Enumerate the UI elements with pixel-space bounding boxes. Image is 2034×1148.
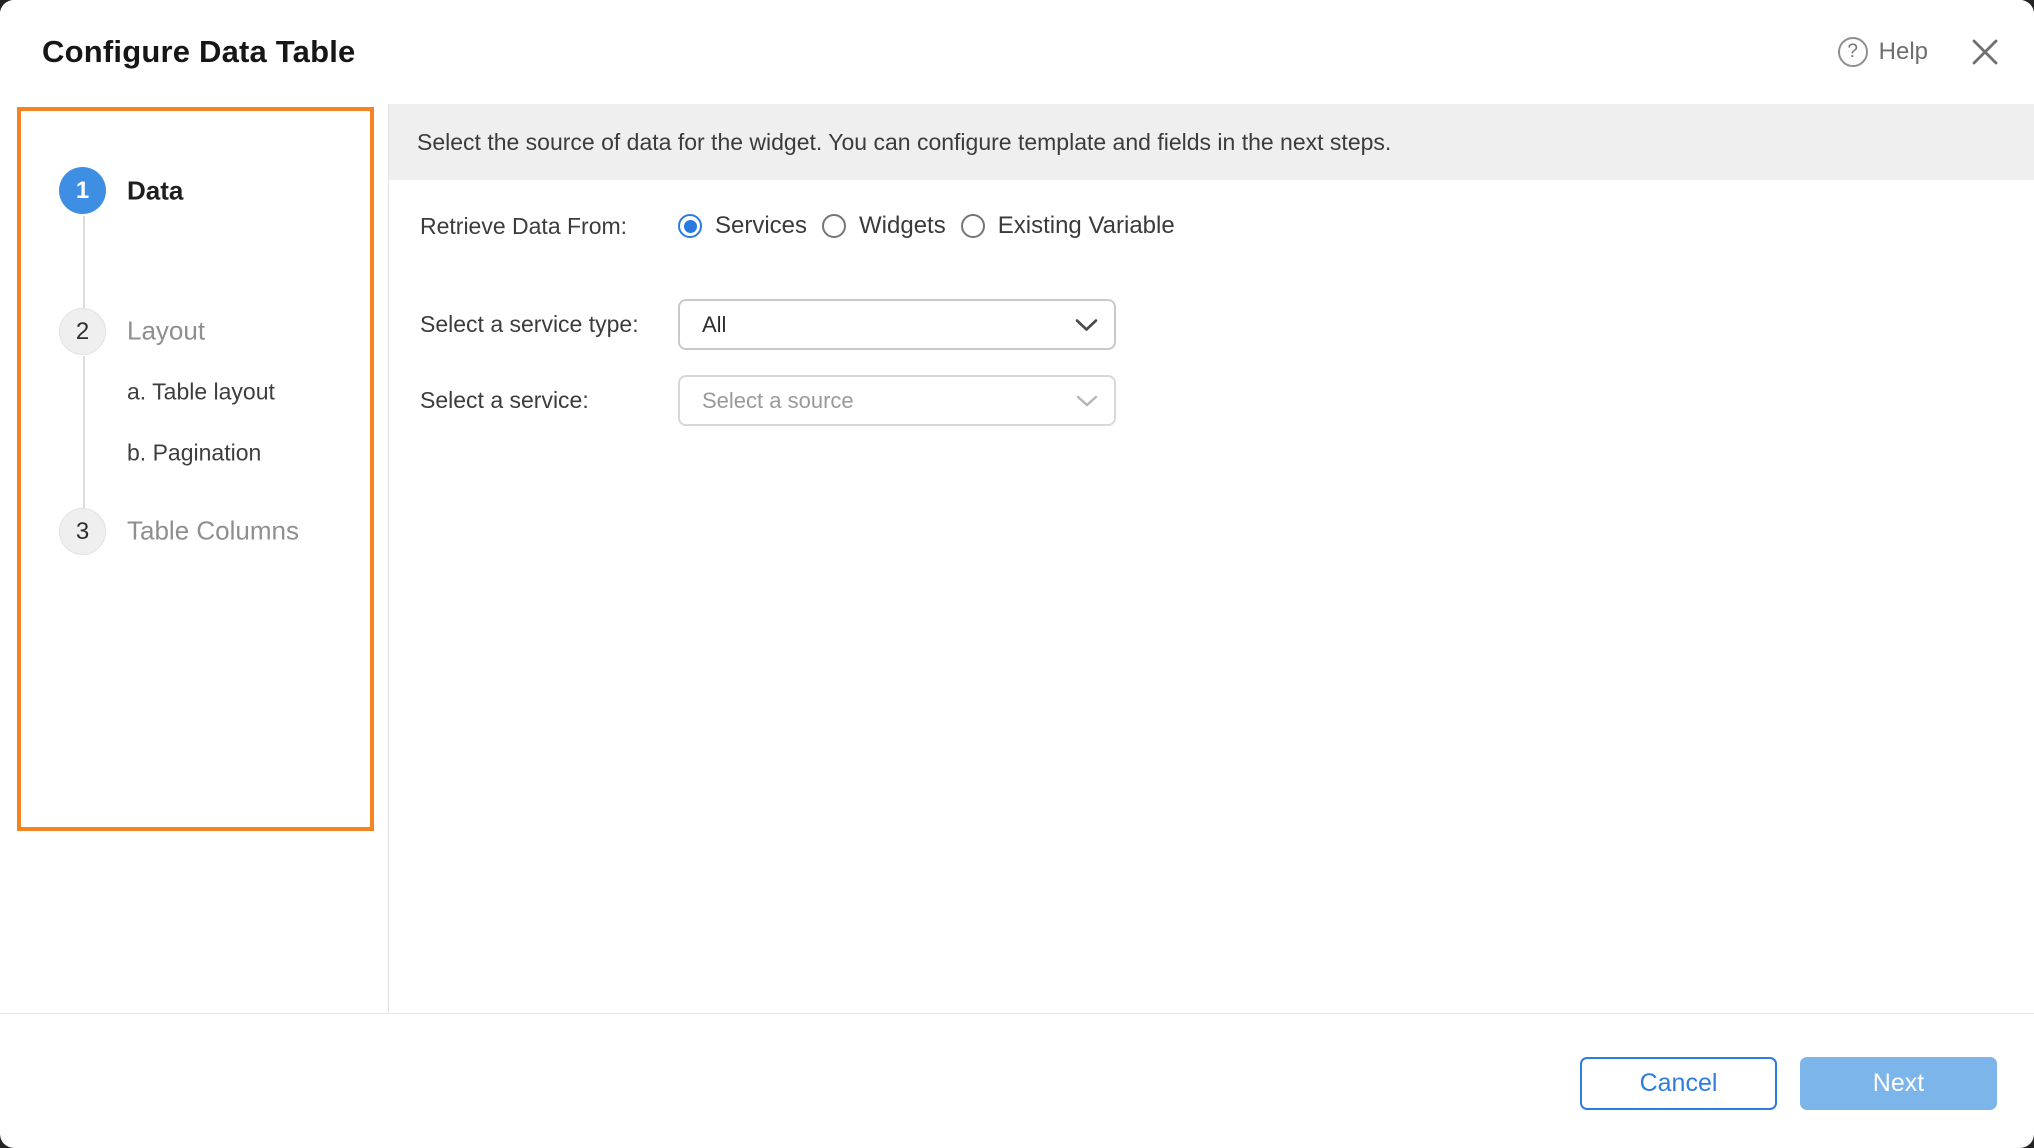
radio-selected-icon (678, 214, 702, 238)
cancel-button[interactable]: Cancel (1580, 1057, 1777, 1110)
step-1-label[interactable]: Data (127, 176, 183, 207)
service-row: Select a service: Select a source (420, 375, 1116, 426)
service-type-label: Select a service type: (420, 311, 678, 338)
chevron-down-icon (1075, 318, 1098, 331)
close-icon (1971, 38, 1999, 66)
service-type-value: All (702, 312, 726, 338)
wizard-steps-panel (17, 107, 374, 831)
step-2-label[interactable]: Layout (127, 316, 205, 347)
retrieve-data-label: Retrieve Data From: (420, 213, 678, 240)
radio-option-services[interactable]: Services (678, 212, 807, 240)
service-label: Select a service: (420, 387, 678, 414)
help-icon: ? (1838, 37, 1868, 67)
service-select[interactable]: Select a source (678, 375, 1116, 426)
retrieve-data-row: Retrieve Data From: Services Widgets Exi… (420, 201, 1175, 251)
service-type-row: Select a service type: All (420, 299, 1116, 350)
substep-pagination[interactable]: b. Pagination (127, 440, 261, 467)
radio-unselected-icon (822, 214, 846, 238)
page-title: Configure Data Table (42, 34, 1838, 70)
step-3-indicator[interactable]: 3 (59, 508, 106, 555)
radio-option-widgets[interactable]: Widgets (822, 212, 946, 240)
close-button[interactable] (1970, 37, 2000, 67)
step-connector (83, 356, 85, 508)
service-type-select[interactable]: All (678, 299, 1116, 350)
sidebar-content-divider (388, 104, 389, 1013)
step-3-label[interactable]: Table Columns (127, 516, 299, 547)
radio-label: Existing Variable (998, 212, 1175, 240)
radio-label: Widgets (859, 212, 946, 240)
radio-unselected-icon (961, 214, 985, 238)
configure-data-table-dialog: Configure Data Table ? Help 1 Data 2 Lay… (0, 0, 2034, 1148)
help-button[interactable]: ? Help (1838, 37, 1928, 67)
retrieve-data-radio-group: Services Widgets Existing Variable (678, 212, 1175, 240)
radio-option-existing-variable[interactable]: Existing Variable (961, 212, 1175, 240)
instruction-banner: Select the source of data for the widget… (389, 104, 2034, 180)
service-placeholder: Select a source (702, 388, 854, 414)
footer-divider (0, 1013, 2034, 1014)
next-button[interactable]: Next (1800, 1057, 1997, 1110)
dialog-header: Configure Data Table ? Help (0, 0, 2034, 104)
help-label: Help (1879, 38, 1928, 66)
step-connector (83, 216, 85, 308)
substep-table-layout[interactable]: a. Table layout (127, 379, 275, 406)
radio-label: Services (715, 212, 807, 240)
instruction-text: Select the source of data for the widget… (417, 129, 1391, 156)
step-1-indicator[interactable]: 1 (59, 167, 106, 214)
chevron-down-icon (1076, 395, 1098, 407)
step-2-indicator[interactable]: 2 (59, 308, 106, 355)
